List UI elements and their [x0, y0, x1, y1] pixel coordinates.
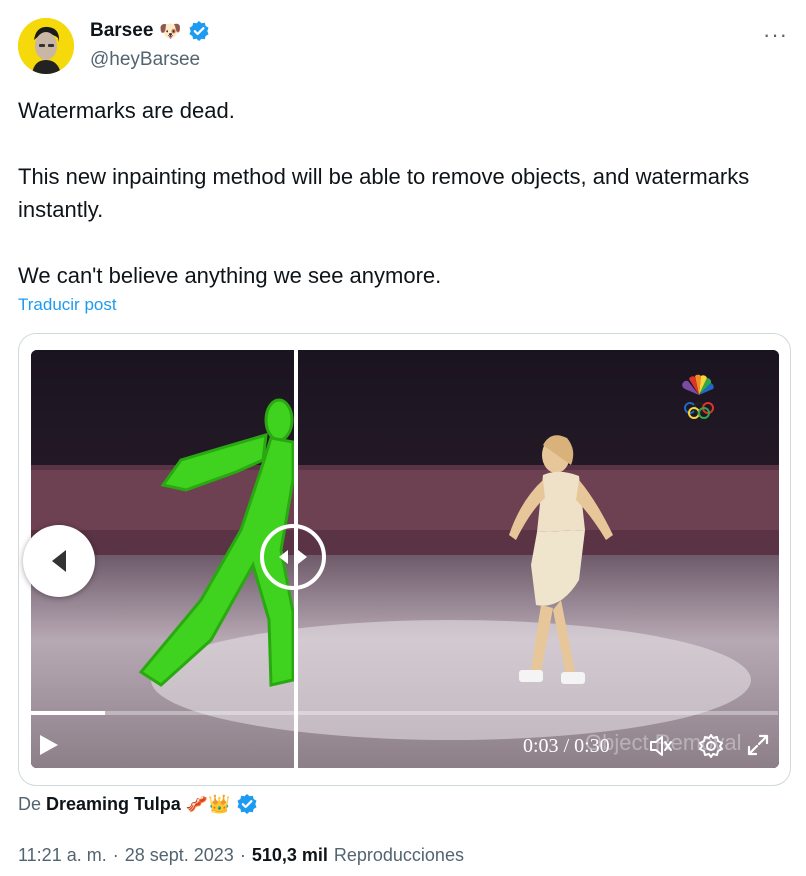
view-count: 510,3 mil — [251, 845, 328, 865]
time-separator: / — [563, 735, 570, 757]
avatar-portrait-icon — [18, 18, 74, 74]
source-verified-badge-icon[interactable] — [236, 793, 258, 815]
meta-separator: · — [239, 845, 246, 865]
author-name-row[interactable]: Barsee 🐶 — [90, 20, 210, 42]
author-name[interactable]: Barsee — [90, 20, 153, 42]
source-name[interactable]: Dreaming Tulpa — [46, 794, 181, 815]
avatar[interactable] — [18, 18, 74, 74]
video-source: De Dreaming Tulpa 🥓👑 — [18, 793, 258, 815]
tweet-line-3: We can't believe anything we see anymore… — [18, 263, 442, 288]
translate-post-link[interactable]: Traducir post — [18, 295, 117, 315]
previous-media-button[interactable] — [23, 525, 95, 597]
chevron-left-icon — [52, 550, 66, 572]
video-player[interactable] — [31, 350, 779, 768]
video-progress-bar[interactable] — [30, 711, 778, 715]
post-time[interactable]: 11:21 a. m. — [18, 845, 107, 866]
source-prefix: De — [18, 793, 42, 814]
duration: 0:30 — [574, 735, 610, 757]
dog-emoji: 🐶 — [159, 20, 182, 41]
post-date[interactable]: 28 sept. 2023 — [125, 845, 234, 866]
views-label: Reproducciones — [333, 845, 464, 865]
arrow-right-icon — [298, 550, 307, 564]
author-handle[interactable]: @heyBarsee — [90, 49, 200, 71]
more-options-icon[interactable]: ··· — [763, 22, 788, 48]
arrow-left-icon — [279, 550, 288, 564]
verified-badge-icon[interactable] — [188, 20, 210, 42]
post-meta: 11:21 a. m. · 28 sept. 2023 · 510,3 mil … — [18, 845, 464, 866]
tweet-line-2: This new inpainting method will be able … — [18, 164, 750, 222]
meta-separator: · — [112, 845, 119, 865]
tweet-text: Watermarks are dead. This new inpainting… — [18, 94, 778, 292]
video-progress-fill — [30, 711, 105, 715]
video-frame — [31, 350, 779, 768]
tweet-line-1: Watermarks are dead. — [18, 98, 235, 123]
current-time: 0:03 — [523, 735, 559, 757]
settings-gear-icon[interactable] — [698, 733, 724, 759]
comparison-slider-handle[interactable] — [260, 524, 326, 590]
source-emojis: 🥓👑 — [185, 793, 231, 814]
play-icon[interactable] — [38, 733, 60, 757]
video-time: 0:03 / 0:30 — [523, 735, 610, 758]
mute-icon[interactable] — [648, 733, 674, 759]
media-card[interactable] — [18, 333, 791, 786]
video-controls: Object Removal 0:03 / 0:30 — [30, 725, 778, 771]
fullscreen-icon[interactable] — [746, 733, 770, 757]
